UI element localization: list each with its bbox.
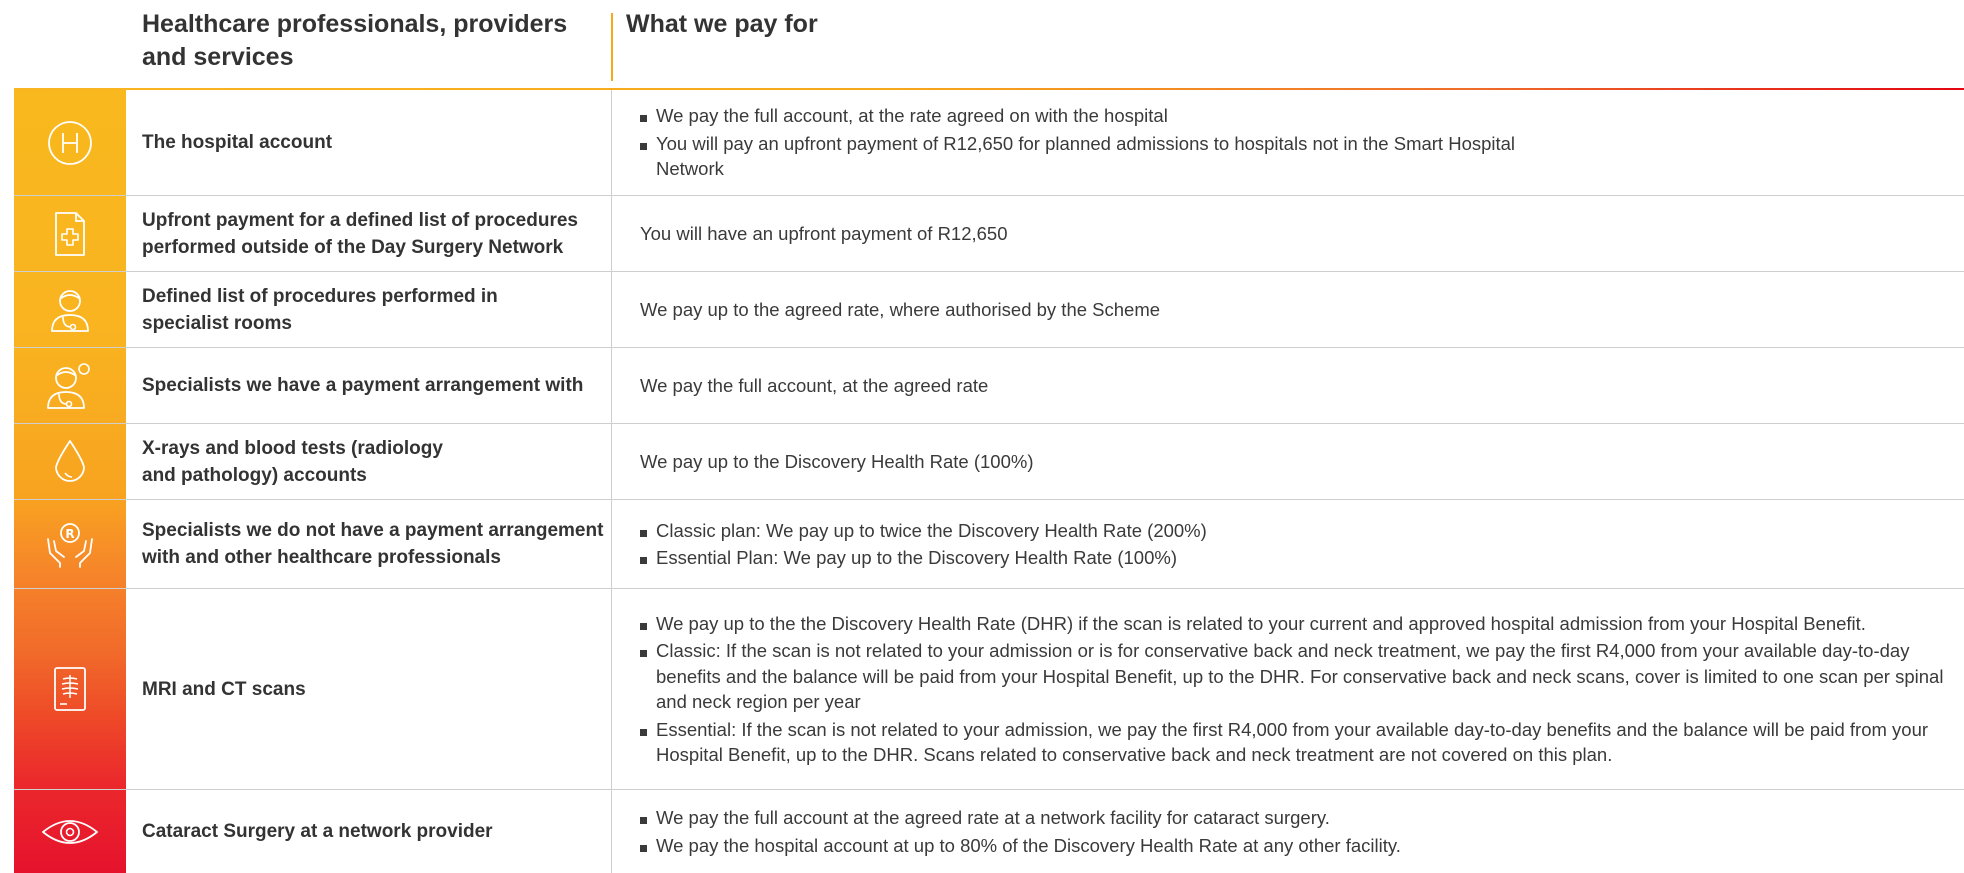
table-row: The hospital account We pay the full acc… bbox=[14, 90, 1964, 196]
table-row: X-rays and blood tests (radiology and pa… bbox=[14, 424, 1964, 500]
blood-drop-icon bbox=[14, 424, 126, 499]
column-header-services: Healthcare professionals, providers and … bbox=[142, 10, 568, 71]
header-divider bbox=[611, 13, 613, 81]
list-item: We pay the hospital account at up to 80%… bbox=[625, 833, 1964, 859]
row-content: Classic plan: We pay up to twice the Dis… bbox=[625, 500, 1964, 588]
doctor-icon bbox=[14, 272, 126, 347]
row-label: X-rays and blood tests (radiology and pa… bbox=[142, 437, 443, 486]
row-content: We pay the full account, at the agreed r… bbox=[625, 348, 1964, 423]
table-row: Specialists we have a payment arrangemen… bbox=[14, 348, 1964, 424]
table-row: Upfront payment for a defined list of pr… bbox=[14, 196, 1964, 272]
row-content: We pay up to the Discovery Health Rate (… bbox=[625, 424, 1964, 499]
row-label: Defined list of procedures performed in … bbox=[142, 285, 498, 334]
list-item: We pay the full account, at the rate agr… bbox=[625, 103, 1964, 129]
row-text: We pay the full account, at the agreed r… bbox=[640, 374, 989, 396]
xray-scan-icon bbox=[14, 589, 126, 789]
table-row: Cataract Surgery at a network provider W… bbox=[14, 790, 1964, 873]
list-item: Classic plan: We pay up to twice the Dis… bbox=[625, 518, 1964, 544]
table-row: MRI and CT scans We pay up to the the Di… bbox=[14, 589, 1964, 790]
row-text: We pay up to the agreed rate, where auth… bbox=[640, 298, 1161, 320]
row-content: We pay the full account at the agreed ra… bbox=[625, 790, 1964, 873]
row-label: Cataract Surgery at a network provider bbox=[142, 821, 493, 842]
list-item: You will pay an upfront payment of R12,6… bbox=[625, 131, 1536, 182]
table-row: R Specialists we do not have a payment a… bbox=[14, 500, 1964, 589]
column-header-what-we-pay: What we pay for bbox=[626, 10, 818, 38]
row-content: You will have an upfront payment of R12,… bbox=[625, 196, 1964, 271]
row-content: We pay up to the the Discovery Health Ra… bbox=[625, 589, 1964, 789]
eye-icon bbox=[14, 790, 126, 873]
list-item: We pay up to the the Discovery Health Ra… bbox=[625, 611, 1964, 637]
row-label: MRI and CT scans bbox=[142, 678, 306, 700]
table-row: Defined list of procedures performed in … bbox=[14, 272, 1964, 348]
row-label: Specialists we do not have a payment arr… bbox=[142, 520, 604, 568]
specialist-doctor-icon bbox=[14, 348, 126, 423]
table-header: Healthcare professionals, providers and … bbox=[0, 0, 1964, 88]
list-item: Essential Plan: We pay up to the Discove… bbox=[625, 545, 1964, 571]
row-label: The hospital account bbox=[142, 132, 333, 153]
list-item: Essential: If the scan is not related to… bbox=[625, 717, 1964, 768]
hospital-h-icon bbox=[14, 90, 126, 195]
row-label: Upfront payment for a defined list of pr… bbox=[142, 209, 578, 258]
hands-registered-icon: R bbox=[14, 500, 126, 588]
svg-text:R: R bbox=[65, 527, 74, 541]
row-text: We pay up to the Discovery Health Rate (… bbox=[640, 450, 1034, 472]
list-item: We pay the full account at the agreed ra… bbox=[625, 805, 1964, 831]
row-content: We pay up to the agreed rate, where auth… bbox=[625, 272, 1964, 347]
row-label: Specialists we have a payment arrangemen… bbox=[142, 375, 584, 396]
list-item: Classic: If the scan is not related to y… bbox=[625, 638, 1964, 715]
row-content: We pay the full account, at the rate agr… bbox=[625, 90, 1964, 195]
medical-document-icon bbox=[14, 196, 126, 271]
row-text: You will have an upfront payment of R12,… bbox=[640, 222, 1008, 244]
